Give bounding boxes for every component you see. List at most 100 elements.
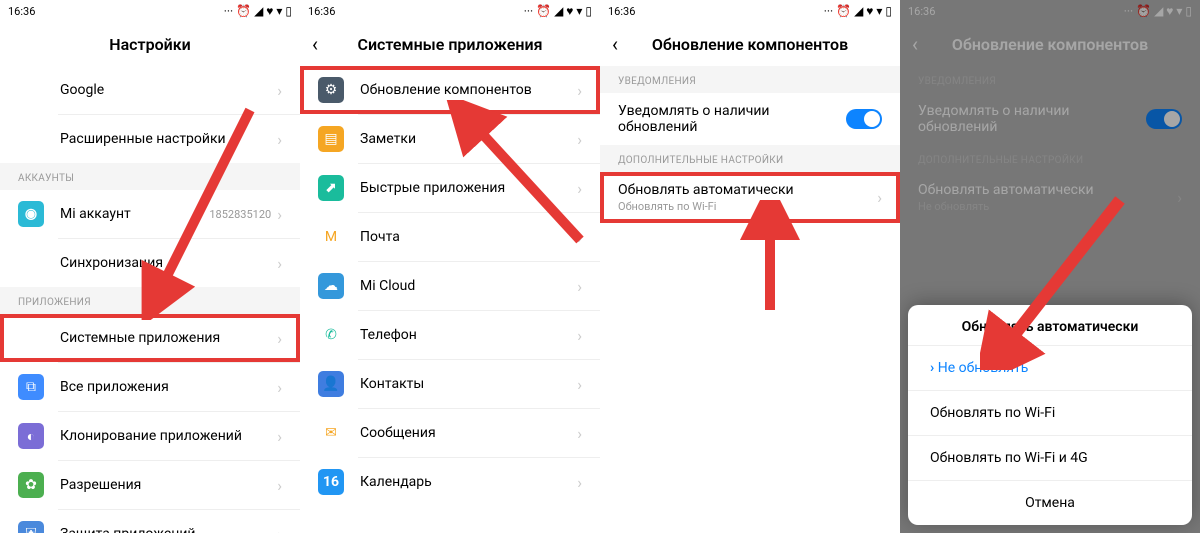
list-item[interactable]: ☁ Mi Cloud ›: [300, 262, 600, 310]
list-item[interactable]: ⛨ Защита приложений ›: [0, 510, 300, 533]
list-item[interactable]: ◉ Mi аккаунт 1852835120›: [0, 190, 300, 238]
app-icon: ···: [18, 126, 44, 152]
section-notifications: УВЕДОМЛЕНИЯ: [900, 66, 1200, 93]
item-label: Обновление компонентов: [360, 82, 577, 98]
header: Настройки: [0, 22, 300, 66]
item-label: Почта: [360, 229, 577, 245]
notify-toggle-row: Уведомлять о наличии обновлений: [900, 93, 1200, 145]
app-icon: 👤: [318, 371, 344, 397]
item-label: Заметки: [360, 131, 577, 147]
list-item[interactable]: ⬈ Быстрые приложения ›: [300, 164, 600, 212]
list-item[interactable]: M Почта ›: [300, 213, 600, 261]
chevron-right-icon: ›: [577, 228, 582, 247]
list-item[interactable]: ✉ Сообщения ›: [300, 409, 600, 457]
app-icon: ◉: [18, 201, 44, 227]
status-bar: 16:36 ··· ⏰ ◢ ♥ ▾ ▯: [300, 0, 600, 22]
list-item[interactable]: ⧉ Все приложения ›: [0, 363, 300, 411]
list-item[interactable]: ✆ Телефон ›: [300, 311, 600, 359]
chevron-right-icon: ›: [277, 525, 282, 533]
sheet-option[interactable]: Обновлять по Wi-Fi и 4G: [908, 435, 1192, 480]
chevron-right-icon: ›: [577, 81, 582, 100]
item-label: Клонирование приложений: [60, 428, 277, 444]
list-item[interactable]: ⚙ Обновление компонентов ›: [300, 66, 600, 114]
app-icon: ⚙: [318, 77, 344, 103]
back-button[interactable]: ‹: [612, 32, 628, 56]
app-icon: ▤: [318, 126, 344, 152]
section-apps: ПРИЛОЖЕНИЯ: [0, 287, 300, 314]
list-item[interactable]: ✿ Разрешения ›: [0, 461, 300, 509]
sheet-title: Обновлять автоматически: [908, 305, 1192, 345]
status-bar: 16:36 ··· ⏰ ◢ ♥ ▾ ▯: [0, 0, 300, 22]
page-title: Обновление компонентов: [612, 35, 888, 54]
section-extra: ДОПОЛНИТЕЛЬНЫЕ НАСТРОЙКИ: [900, 145, 1200, 172]
status-bar: 16:36 ··· ⏰ ◢ ♥ ▾ ▯: [900, 0, 1200, 22]
status-time: 16:36: [8, 5, 35, 18]
item-label: Телефон: [360, 327, 577, 343]
item-label: Сообщения: [360, 425, 577, 441]
back-button: ‹: [912, 32, 928, 56]
chevron-right-icon: ›: [277, 205, 282, 224]
list-item[interactable]: ↻ Синхронизация ›: [0, 239, 300, 287]
auto-update-sublabel: Не обновлять: [918, 200, 1177, 213]
chevron-right-icon: ›: [577, 179, 582, 198]
section-extra: ДОПОЛНИТЕЛЬНЫЕ НАСТРОЙКИ: [600, 145, 900, 172]
app-icon: ✿: [18, 472, 44, 498]
auto-update-sublabel: Обновлять по Wi-Fi: [618, 200, 877, 213]
notify-toggle-row[interactable]: Уведомлять о наличии обновлений: [600, 93, 900, 145]
panel-system-apps: 16:36 ··· ⏰ ◢ ♥ ▾ ▯ ‹ Системные приложен…: [300, 0, 600, 533]
chevron-right-icon: ›: [577, 473, 582, 492]
auto-update-row[interactable]: Обновлять автоматически Обновлять по Wi-…: [600, 172, 900, 223]
panel-settings: 16:36 ··· ⏰ ◢ ♥ ▾ ▯ Настройки G Google ›…: [0, 0, 300, 533]
chevron-right-icon: ›: [277, 254, 282, 273]
content: УВЕДОМЛЕНИЯ Уведомлять о наличии обновле…: [900, 66, 1200, 223]
sheet-option[interactable]: Не обновлять: [908, 345, 1192, 390]
app-icon: ✉: [318, 420, 344, 446]
content: G Google › ··· Расширенные настройки › А…: [0, 66, 300, 533]
notify-label: Уведомлять о наличии обновлений: [918, 103, 1146, 135]
list-item[interactable]: ◐ Клонирование приложений ›: [0, 412, 300, 460]
sheet-cancel-button[interactable]: Отмена: [908, 480, 1192, 525]
list-item[interactable]: ··· Расширенные настройки ›: [0, 115, 300, 163]
list-item[interactable]: ▦ Системные приложения ›: [0, 314, 300, 362]
item-label: Расширенные настройки: [60, 131, 277, 147]
status-icons: ··· ⏰ ◢ ♥ ▾ ▯: [1124, 4, 1192, 18]
app-icon: G: [18, 77, 44, 103]
section-notifications: УВЕДОМЛЕНИЯ: [600, 66, 900, 93]
header: ‹ Обновление компонентов: [900, 22, 1200, 66]
app-icon: ✆: [318, 322, 344, 348]
chevron-right-icon: ›: [277, 81, 282, 100]
toggle-switch[interactable]: [846, 109, 882, 129]
bottom-sheet: Обновлять автоматически Не обновлятьОбно…: [908, 305, 1192, 525]
chevron-right-icon: ›: [277, 476, 282, 495]
status-time: 16:36: [308, 5, 335, 18]
item-label: Синхронизация: [60, 255, 277, 271]
auto-update-row: Обновлять автоматически Не обновлять ›: [900, 172, 1200, 223]
chevron-right-icon: ›: [877, 188, 882, 207]
page-title: Системные приложения: [312, 35, 588, 54]
auto-update-label: Обновлять автоматически: [918, 182, 1177, 198]
header: ‹ Обновление компонентов: [600, 22, 900, 66]
item-label: Все приложения: [60, 379, 277, 395]
back-button[interactable]: ‹: [312, 32, 328, 56]
page-title: Обновление компонентов: [912, 35, 1188, 54]
app-icon: ☁: [318, 273, 344, 299]
status-icons: ··· ⏰ ◢ ♥ ▾ ▯: [824, 4, 892, 18]
chevron-right-icon: ›: [577, 277, 582, 296]
status-icons: ··· ⏰ ◢ ♥ ▾ ▯: [524, 4, 592, 18]
chevron-right-icon: ›: [1177, 188, 1182, 207]
sheet-option[interactable]: Обновлять по Wi-Fi: [908, 390, 1192, 435]
item-label: Быстрые приложения: [360, 180, 577, 196]
list-item[interactable]: 16 Календарь ›: [300, 458, 600, 506]
item-label: Календарь: [360, 474, 577, 490]
app-icon: ⧉: [18, 374, 44, 400]
app-icon: ▦: [18, 325, 44, 351]
status-time: 16:36: [608, 5, 635, 18]
item-label: Защита приложений: [60, 526, 277, 533]
content: УВЕДОМЛЕНИЯ Уведомлять о наличии обновле…: [600, 66, 900, 533]
item-label: Google: [60, 82, 277, 98]
status-icons: ··· ⏰ ◢ ♥ ▾ ▯: [224, 4, 292, 18]
list-item[interactable]: ▤ Заметки ›: [300, 115, 600, 163]
toggle-switch: [1146, 109, 1182, 129]
list-item[interactable]: 👤 Контакты ›: [300, 360, 600, 408]
list-item[interactable]: G Google ›: [0, 66, 300, 114]
